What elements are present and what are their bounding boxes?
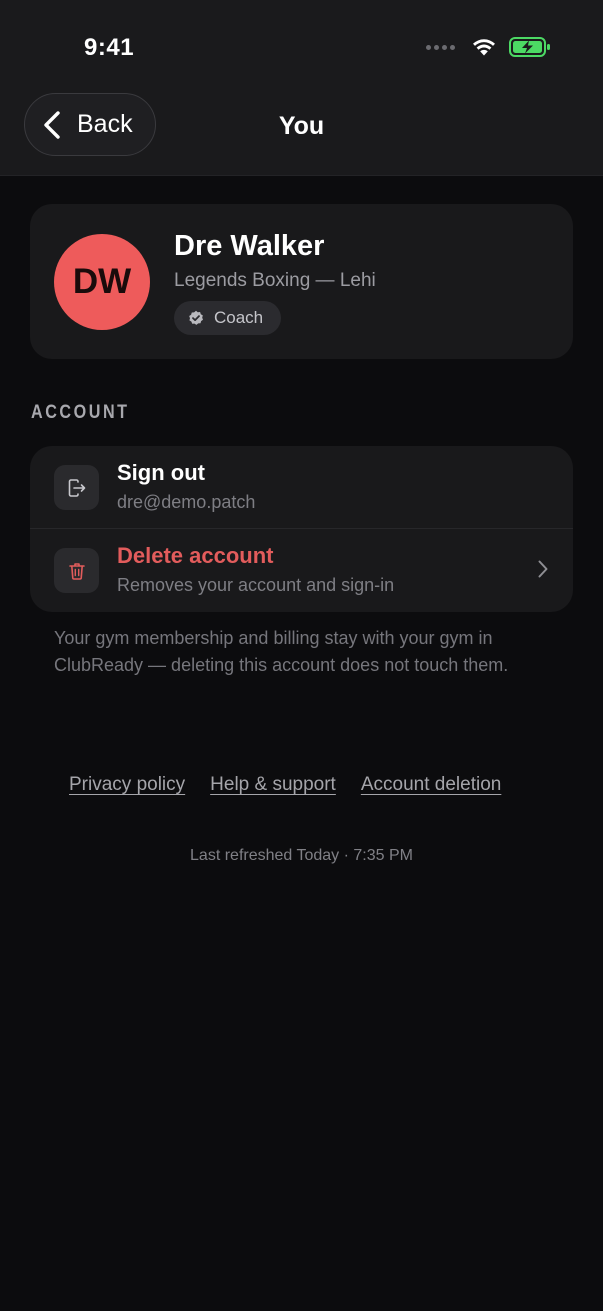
profile-name: Dre Walker <box>174 230 325 262</box>
delete-account-subtitle: Removes your account and sign-in <box>117 575 395 595</box>
profile-gym: Legends Boxing — Lehi <box>174 270 376 291</box>
help-support-link[interactable]: Help & support <box>210 774 336 796</box>
sign-out-email: dre@demo.patch <box>117 492 256 512</box>
avatar: DW <box>54 234 150 330</box>
account-footnote: Your gym membership and billing stay wit… <box>54 628 509 675</box>
chevron-right-icon <box>538 560 548 578</box>
sign-out-row[interactable]: Sign out dre@demo.patch <box>30 446 573 529</box>
status-icons <box>426 37 551 57</box>
account-card: Sign out dre@demo.patch Delete account R… <box>30 446 573 612</box>
sign-out-title: Sign out <box>117 460 205 485</box>
verified-badge-icon <box>189 310 203 325</box>
profile-card: DW Dre Walker Legends Boxing — Lehi Coac… <box>30 204 573 359</box>
role-badge: Coach <box>174 301 282 335</box>
page-title: You <box>278 112 325 140</box>
last-refreshed-text: Last refreshed Today · 7:35 PM <box>190 847 413 864</box>
delete-account-title: Delete account <box>117 543 274 568</box>
header: 9:41 Back You <box>0 0 603 176</box>
battery-charging-icon <box>509 37 550 57</box>
profile-screen: 9:41 Back You DW Dre Walker Legends Boxi… <box>0 0 603 1311</box>
account-deletion-link[interactable]: Account deletion <box>361 774 502 796</box>
delete-account-row[interactable]: Delete account Removes your account and … <box>30 529 573 612</box>
privacy-policy-link[interactable]: Privacy policy <box>69 774 185 796</box>
trash-icon <box>54 548 99 593</box>
sign-out-icon <box>54 465 99 510</box>
section-label-account: ACCOUNT <box>31 402 130 423</box>
wifi-icon <box>473 39 495 56</box>
footer-links: Privacy policy Help & support Account de… <box>69 774 501 796</box>
status-time: 9:41 <box>84 34 135 61</box>
role-label: Coach <box>214 308 264 327</box>
cellular-signal-icon <box>426 44 455 50</box>
